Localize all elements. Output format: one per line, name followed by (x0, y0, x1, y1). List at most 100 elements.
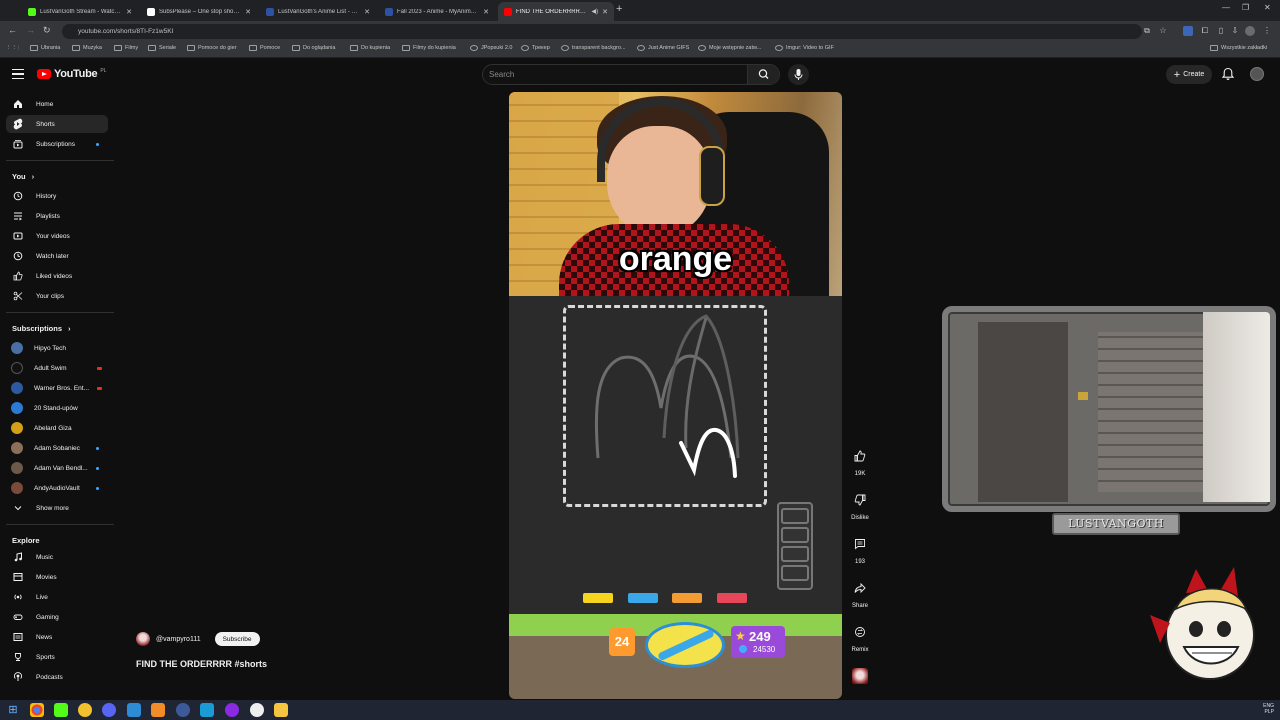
sidebar-item-shorts[interactable]: Shorts (6, 115, 108, 133)
share-button[interactable]: Share (847, 575, 873, 609)
sidebar-item-sports[interactable]: Sports (6, 648, 108, 666)
sidebar-show-more[interactable]: Show more (6, 499, 108, 517)
sidebar-channel-item[interactable]: AndyAudioVault (6, 479, 108, 497)
bookmark-folder[interactable]: Do kupienia (350, 45, 390, 51)
vlc-icon[interactable] (151, 703, 165, 717)
more-options-icon[interactable]: ⋮ (1262, 26, 1272, 36)
extensions-puzzle-icon[interactable]: ⧠ (1200, 26, 1210, 36)
sidebar-item-your-videos[interactable]: Your videos (6, 227, 108, 245)
sidebar-channel-item[interactable]: Adam Sobaniec (6, 439, 108, 457)
maximize-icon[interactable]: ❐ (1242, 3, 1249, 12)
sidebar-channel-item[interactable]: Hipyo Tech (6, 339, 108, 357)
channel-handle[interactable]: @vampyro111 (156, 636, 201, 643)
telegram-icon[interactable] (200, 703, 214, 717)
channel-avatar[interactable] (136, 632, 150, 646)
browser-tab[interactable]: Fall 2023 - Anime - MyAnimeLi... ✕ (379, 2, 495, 21)
app-icon[interactable] (250, 703, 264, 717)
shorts-player[interactable]: orange 24 ★ 249 24530 (509, 92, 842, 699)
sidebar-item-home[interactable]: Home (6, 95, 108, 113)
bookmark-folder[interactable]: Do oglądania (292, 45, 335, 51)
sidebar-item-liked-videos[interactable]: Liked videos (6, 267, 108, 285)
comments-button[interactable]: 193 (847, 531, 873, 565)
search-button[interactable] (747, 65, 779, 84)
browser-tab[interactable]: LustVanGoth's Anime List - My... ✕ (260, 2, 376, 21)
dislike-button[interactable]: Dislike (847, 487, 873, 521)
bookmark-link[interactable]: Moje wstępnie zatw... (698, 45, 761, 51)
bookmark-folder[interactable]: Muzyka (72, 45, 102, 51)
bookmark-link[interactable]: transparent backgro... (561, 45, 626, 51)
subscribe-button[interactable]: Subscribe (214, 632, 260, 646)
bookmark-link[interactable]: Imgur: Video to GIF (775, 45, 834, 51)
speaker-icon[interactable]: ◀) (592, 8, 599, 15)
sidebar-item-news[interactable]: News (6, 628, 108, 646)
bookmark-link[interactable]: JPopsuki 2.0 (470, 45, 513, 51)
sidebar-channel-item[interactable]: Adult Swim (6, 359, 108, 377)
chrome-icon[interactable] (30, 703, 44, 717)
sidebar-channel-item[interactable]: Abelard Giza (6, 419, 108, 437)
forward-icon[interactable]: → (26, 25, 35, 35)
app-icon[interactable] (225, 703, 239, 717)
sidebar-item-playlists[interactable]: Playlists (6, 207, 108, 225)
file-explorer-icon[interactable] (274, 703, 288, 717)
close-icon[interactable]: ✕ (245, 8, 251, 16)
you-section-heading[interactable]: You › (12, 172, 34, 181)
close-window-icon[interactable]: ✕ (1264, 3, 1271, 12)
like-button[interactable]: 19K (847, 443, 873, 477)
bookmark-link[interactable]: Just Anime GIFS (637, 45, 689, 51)
voice-search-button[interactable] (788, 64, 809, 85)
browser-tab[interactable]: LustVanGoth Stream - Watch Li... ✕ (22, 2, 138, 21)
apps-icon[interactable]: ⋮⋮ (6, 45, 17, 51)
create-button[interactable]: + Create (1166, 65, 1212, 84)
bookmark-folder[interactable]: Pomoce do gier (187, 45, 237, 51)
close-icon[interactable]: ✕ (483, 8, 489, 16)
close-icon[interactable]: ✕ (364, 8, 370, 16)
install-app-icon[interactable]: ⧉ (1142, 26, 1152, 36)
notifications-bell-icon[interactable] (1221, 67, 1235, 81)
sidebar-item-gaming[interactable]: Gaming (6, 608, 108, 626)
windows-start-icon[interactable]: ⊞ (6, 703, 20, 717)
minimize-icon[interactable]: — (1222, 3, 1230, 12)
extension-icon[interactable] (1183, 26, 1193, 36)
remix-button[interactable]: Remix (847, 619, 873, 653)
sidebar-item-movies[interactable]: Movies (6, 568, 108, 586)
bookmark-star-icon[interactable]: ☆ (1158, 26, 1168, 36)
sidebar-item-music[interactable]: Music (6, 548, 108, 566)
bookmark-folder[interactable]: Seriale (148, 45, 176, 51)
sidebar-channel-item[interactable]: Warner Bros. Ent... (6, 379, 108, 397)
all-bookmarks[interactable]: Wszystkie zakładki (1210, 45, 1267, 51)
sidebar-item-history[interactable]: History (6, 187, 108, 205)
app-icon[interactable] (78, 703, 92, 717)
bookmark-folder[interactable]: Filmy do kupienia (402, 45, 456, 51)
browser-tab-active[interactable]: FIND THE ORDERRRR #sho... ◀) ✕ (498, 2, 614, 21)
bookmark-link[interactable]: Трекер (521, 45, 550, 51)
reload-icon[interactable]: ↻ (43, 25, 51, 36)
short-title[interactable]: FIND THE ORDERRRR #shorts (136, 659, 267, 669)
sidebar-channel-item[interactable]: 20 Stand-upów (6, 399, 108, 417)
bookmark-folder[interactable]: Pomoce (249, 45, 280, 51)
bookmark-folder[interactable]: Filmy (114, 45, 138, 51)
sidebar-item-watch-later[interactable]: Watch later (6, 247, 108, 265)
sidebar-item-your-clips[interactable]: Your clips (6, 287, 108, 305)
address-bar[interactable]: youtube.com/shorts/8TI-Fz1w5KI (62, 24, 1142, 39)
subscriptions-section-heading[interactable]: Subscriptions › (12, 324, 70, 333)
browser-tab[interactable]: SubsPlease – One stop shop fo... ✕ (141, 2, 257, 21)
sidebar-item-subscriptions[interactable]: Subscriptions (6, 135, 108, 153)
sidebar-item-live[interactable]: Live (6, 588, 108, 606)
sidebar-item-podcasts[interactable]: Podcasts (6, 668, 108, 686)
close-icon[interactable]: ✕ (126, 8, 132, 16)
sound-thumbnail[interactable] (852, 668, 868, 684)
discord-icon[interactable] (102, 703, 116, 717)
close-icon[interactable]: ✕ (602, 8, 608, 16)
kick-app-icon[interactable] (54, 703, 68, 717)
downloads-icon[interactable]: ⇩ (1230, 26, 1240, 36)
new-tab-icon[interactable]: + (616, 3, 622, 15)
app-icon[interactable] (127, 703, 141, 717)
account-avatar[interactable] (1250, 67, 1264, 81)
back-icon[interactable]: ← (8, 25, 17, 35)
system-tray[interactable]: ENG PLP (1204, 703, 1274, 715)
profile-icon[interactable] (1245, 26, 1255, 36)
search-input[interactable] (489, 65, 739, 84)
sidepanel-icon[interactable]: ▯ (1216, 26, 1226, 36)
app-icon[interactable] (176, 703, 190, 717)
bookmark-folder[interactable]: Ubrania (30, 45, 60, 51)
